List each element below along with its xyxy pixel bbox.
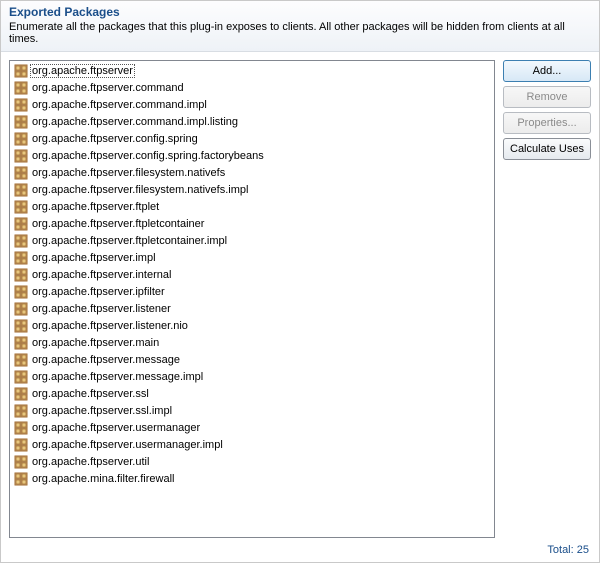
package-label: org.apache.ftpserver.listener.nio — [32, 320, 188, 332]
package-item[interactable]: org.apache.ftpserver.util — [12, 453, 492, 470]
package-label: org.apache.ftpserver.main — [32, 337, 159, 349]
package-label: org.apache.ftpserver.config.spring.facto… — [32, 150, 264, 162]
package-item[interactable]: org.apache.ftpserver.usermanager.impl — [12, 436, 492, 453]
package-list[interactable]: org.apache.ftpserver org.apache.ftpserve… — [9, 60, 495, 538]
package-icon — [14, 149, 28, 163]
package-item[interactable]: org.apache.ftpserver.ssl — [12, 385, 492, 402]
package-label: org.apache.ftpserver.listener — [32, 303, 171, 315]
package-item[interactable]: org.apache.ftpserver.filesystem.nativefs — [12, 164, 492, 181]
package-item[interactable]: org.apache.ftpserver.command.impl — [12, 96, 492, 113]
package-label: org.apache.ftpserver.message.impl — [32, 371, 203, 383]
package-icon — [14, 438, 28, 452]
package-label: org.apache.ftpserver.internal — [32, 269, 171, 281]
package-label: org.apache.ftpserver.config.spring — [32, 133, 198, 145]
section-body: org.apache.ftpserver org.apache.ftpserve… — [1, 52, 599, 542]
package-icon — [14, 353, 28, 367]
package-icon — [14, 387, 28, 401]
package-icon — [14, 166, 28, 180]
package-label: org.apache.ftpserver.usermanager — [32, 422, 200, 434]
package-icon — [14, 81, 28, 95]
package-label: org.apache.ftpserver.impl — [32, 252, 156, 264]
package-item[interactable]: org.apache.ftpserver.command — [12, 79, 492, 96]
package-item[interactable]: org.apache.ftpserver.ssl.impl — [12, 402, 492, 419]
package-label: org.apache.ftpserver.ssl — [32, 388, 149, 400]
exported-packages-panel: Exported Packages Enumerate all the pack… — [0, 0, 600, 563]
calculate-uses-button[interactable]: Calculate Uses — [503, 138, 591, 160]
package-label: org.apache.ftpserver.ssl.impl — [32, 405, 172, 417]
package-icon — [14, 64, 28, 78]
section-header: Exported Packages Enumerate all the pack… — [1, 1, 599, 52]
section-title: Exported Packages — [9, 5, 591, 19]
package-label: org.apache.ftpserver.ftplet — [32, 201, 159, 213]
package-icon — [14, 404, 28, 418]
package-item[interactable]: org.apache.ftpserver.listener.nio — [12, 317, 492, 334]
package-item[interactable]: org.apache.ftpserver.listener — [12, 300, 492, 317]
package-label: org.apache.ftpserver.message — [32, 354, 180, 366]
total-label: Total: — [547, 544, 573, 556]
package-icon — [14, 319, 28, 333]
package-label: org.apache.ftpserver.ftpletcontainer.imp… — [32, 235, 227, 247]
package-item[interactable]: org.apache.ftpserver.ftpletcontainer.imp… — [12, 232, 492, 249]
package-icon — [14, 268, 28, 282]
remove-button[interactable]: Remove — [503, 86, 591, 108]
add-button[interactable]: Add... — [503, 60, 591, 82]
package-label: org.apache.ftpserver.util — [32, 456, 149, 468]
package-label: org.apache.ftpserver.ipfilter — [32, 286, 165, 298]
package-label: org.apache.mina.filter.firewall — [32, 473, 174, 485]
package-icon — [14, 302, 28, 316]
package-item[interactable]: org.apache.ftpserver — [12, 62, 492, 79]
package-icon — [14, 285, 28, 299]
package-icon — [14, 183, 28, 197]
package-label: org.apache.ftpserver.usermanager.impl — [32, 439, 223, 451]
package-item[interactable]: org.apache.ftpserver.impl — [12, 249, 492, 266]
package-icon — [14, 251, 28, 265]
package-icon — [14, 132, 28, 146]
package-label: org.apache.ftpserver.filesystem.nativefs… — [32, 184, 248, 196]
package-label: org.apache.ftpserver.command.impl.listin… — [32, 116, 238, 128]
package-item[interactable]: org.apache.ftpserver.config.spring — [12, 130, 492, 147]
package-item[interactable]: org.apache.ftpserver.filesystem.nativefs… — [12, 181, 492, 198]
properties-button[interactable]: Properties... — [503, 112, 591, 134]
package-icon — [14, 200, 28, 214]
package-item[interactable]: org.apache.ftpserver.message — [12, 351, 492, 368]
package-label: org.apache.ftpserver.filesystem.nativefs — [32, 167, 225, 179]
package-label: org.apache.ftpserver.command — [32, 82, 184, 94]
section-description: Enumerate all the packages that this plu… — [9, 21, 591, 45]
package-icon — [14, 336, 28, 350]
package-item[interactable]: org.apache.ftpserver.ftpletcontainer — [12, 215, 492, 232]
package-item[interactable]: org.apache.ftpserver.usermanager — [12, 419, 492, 436]
section-footer: Total: 25 — [1, 542, 599, 562]
package-label: org.apache.ftpserver — [30, 64, 135, 78]
package-label: org.apache.ftpserver.ftpletcontainer — [32, 218, 204, 230]
package-item[interactable]: org.apache.ftpserver.ipfilter — [12, 283, 492, 300]
package-item[interactable]: org.apache.ftpserver.message.impl — [12, 368, 492, 385]
package-icon — [14, 98, 28, 112]
package-icon — [14, 455, 28, 469]
package-icon — [14, 421, 28, 435]
package-icon — [14, 234, 28, 248]
package-item[interactable]: org.apache.mina.filter.firewall — [12, 470, 492, 487]
package-icon — [14, 472, 28, 486]
package-icon — [14, 115, 28, 129]
package-label: org.apache.ftpserver.command.impl — [32, 99, 207, 111]
package-item[interactable]: org.apache.ftpserver.config.spring.facto… — [12, 147, 492, 164]
package-item[interactable]: org.apache.ftpserver.internal — [12, 266, 492, 283]
package-icon — [14, 370, 28, 384]
total-count: Total: 25 — [547, 544, 589, 556]
button-column: Add... Remove Properties... Calculate Us… — [503, 60, 591, 160]
package-item[interactable]: org.apache.ftpserver.command.impl.listin… — [12, 113, 492, 130]
package-item[interactable]: org.apache.ftpserver.main — [12, 334, 492, 351]
package-item[interactable]: org.apache.ftpserver.ftplet — [12, 198, 492, 215]
package-icon — [14, 217, 28, 231]
total-value: 25 — [577, 544, 589, 556]
